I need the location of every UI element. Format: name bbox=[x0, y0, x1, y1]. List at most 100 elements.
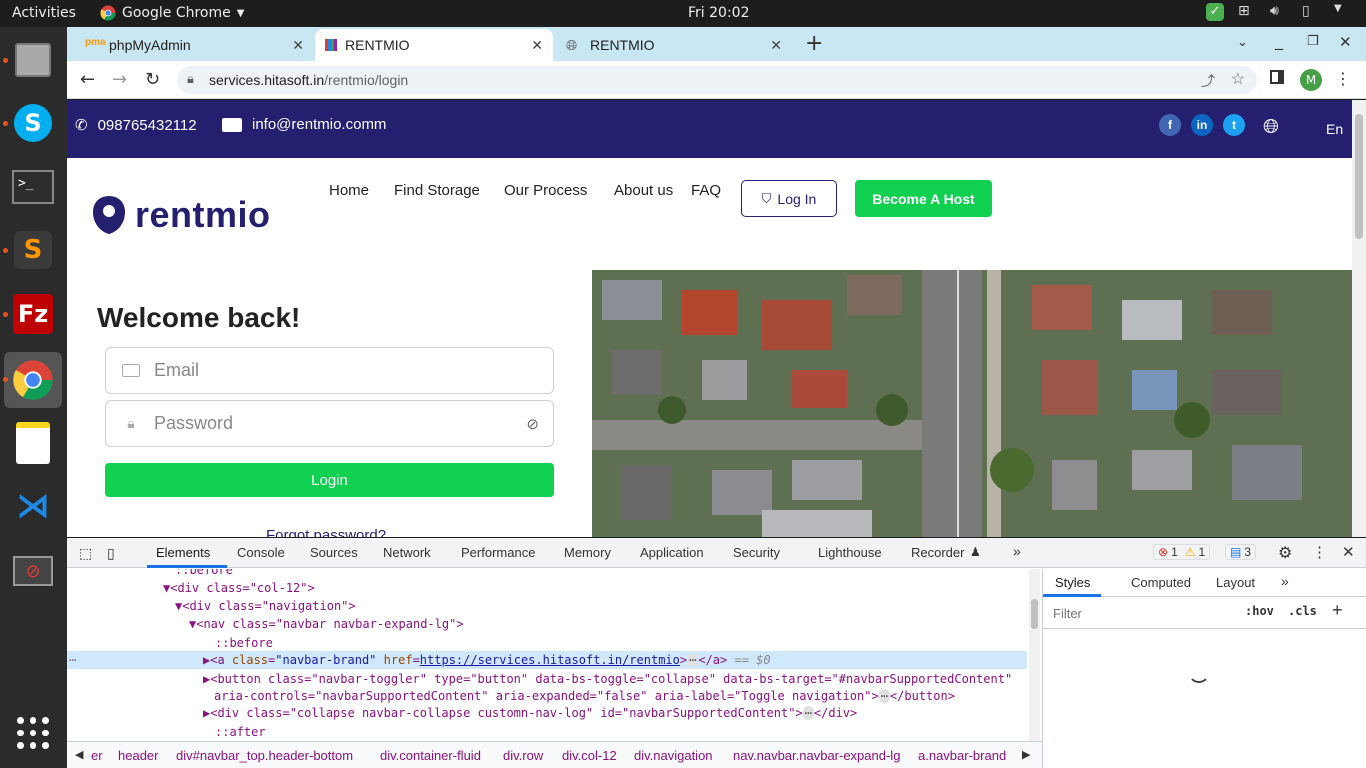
vscode-icon[interactable]: ⋊ bbox=[10, 483, 56, 529]
skype-icon[interactable]: S bbox=[10, 100, 56, 146]
email-field[interactable]: Email bbox=[105, 347, 554, 394]
minimize-button[interactable]: _ bbox=[1275, 31, 1283, 50]
password-field[interactable]: 🔒︎ Password ⊘ bbox=[105, 400, 554, 447]
breadcrumb-item[interactable]: er bbox=[91, 748, 103, 763]
forward-button[interactable]: → bbox=[112, 69, 127, 90]
email-contact[interactable]: info@rentmio.comm bbox=[222, 116, 386, 133]
phone-contact[interactable]: ✆ 098765432112 bbox=[75, 116, 197, 135]
globe-icon[interactable]: 🌐︎ bbox=[1263, 116, 1279, 139]
class-toggle[interactable]: .cls bbox=[1288, 604, 1317, 618]
devtools-tab-sources[interactable]: Sources bbox=[310, 545, 358, 560]
breadcrumb-item[interactable]: div.row bbox=[503, 748, 543, 763]
close-icon[interactable]: ✕ bbox=[531, 37, 543, 54]
close-icon[interactable]: ✕ bbox=[770, 37, 782, 54]
sublime-text-icon[interactable]: S bbox=[10, 227, 56, 273]
terminal-icon[interactable]: >_ bbox=[10, 164, 56, 210]
page-scrollbar[interactable] bbox=[1352, 100, 1366, 537]
styles-filter-input[interactable] bbox=[1049, 603, 1235, 623]
facebook-icon[interactable]: f bbox=[1159, 114, 1181, 136]
screen-recorder-icon[interactable]: ⊘ bbox=[10, 548, 56, 594]
devtools-tab-recorder[interactable]: Recorder bbox=[911, 545, 964, 560]
device-toolbar-icon[interactable]: ▯ bbox=[107, 545, 115, 562]
add-style-rule-icon[interactable]: + bbox=[1332, 600, 1343, 621]
styles-tab-layout[interactable]: Layout bbox=[1216, 575, 1255, 590]
linkedin-icon[interactable]: in bbox=[1191, 114, 1213, 136]
href-link[interactable]: https://services.hitasoft.in/rentmio bbox=[420, 653, 680, 667]
app-grid-icon[interactable] bbox=[10, 710, 56, 756]
nav-about-us[interactable]: About us bbox=[614, 182, 673, 199]
dom-node-navigation[interactable]: ▼<div class="navigation"> bbox=[175, 597, 356, 615]
gear-icon[interactable]: ⚙ bbox=[1278, 543, 1292, 563]
battery-icon[interactable]: ▯ bbox=[1302, 3, 1320, 21]
message-count-badge[interactable]: ▤ 3 bbox=[1225, 544, 1257, 560]
styles-tab-styles[interactable]: Styles bbox=[1055, 575, 1090, 590]
dom-node-col-12[interactable]: ▼<div class="col-12"> bbox=[163, 579, 315, 597]
scrollbar-thumb[interactable] bbox=[1355, 114, 1363, 239]
more-tabs-chevron-icon[interactable]: » bbox=[1013, 543, 1021, 559]
dom-node-navbar-toggler[interactable]: ▶<button class="navbar-toggler" type="bu… bbox=[203, 670, 1012, 688]
notes-icon[interactable] bbox=[10, 420, 56, 466]
share-icon[interactable]: ⤴ bbox=[1201, 71, 1215, 91]
bookmark-star-icon[interactable]: ☆ bbox=[1231, 69, 1245, 89]
activities-button[interactable]: Activities bbox=[12, 5, 76, 21]
dom-tree[interactable]: ::before ▼<div class="col-12"> ▼<div cla… bbox=[67, 569, 1027, 741]
menu-kebab-icon[interactable]: ⋮ bbox=[1335, 69, 1351, 88]
devtools-tab-elements[interactable]: Elements bbox=[156, 545, 210, 560]
ellipsis-icon[interactable]: ⋯ bbox=[802, 706, 814, 720]
close-window-button[interactable]: ✕ bbox=[1339, 33, 1352, 51]
devtools-tab-lighthouse[interactable]: Lighthouse bbox=[818, 545, 882, 560]
row-more-icon[interactable]: ⋯ bbox=[69, 651, 76, 669]
clock[interactable]: Fri 20:02 bbox=[688, 5, 749, 21]
dom-scrollbar[interactable] bbox=[1029, 569, 1040, 741]
side-panel-icon[interactable] bbox=[1270, 70, 1284, 84]
devtools-tab-application[interactable]: Application bbox=[640, 545, 704, 560]
close-icon[interactable]: ✕ bbox=[292, 37, 304, 54]
update-shield-icon[interactable]: ✓ bbox=[1206, 3, 1224, 21]
forgot-password-link[interactable]: Forgot password? bbox=[266, 527, 386, 537]
nav-find-storage[interactable]: Find Storage bbox=[394, 182, 480, 199]
login-button[interactable]: ⛉ Log In bbox=[741, 180, 837, 217]
ellipsis-icon[interactable]: ⋯ bbox=[687, 653, 699, 667]
chevron-down-icon[interactable]: ▼ bbox=[1334, 3, 1352, 21]
devtools-tab-console[interactable]: Console bbox=[237, 545, 285, 560]
more-tabs-chevron-icon[interactable]: » bbox=[1281, 573, 1289, 589]
tab-rentmio-active[interactable]: RENTMIO ✕ bbox=[315, 29, 553, 61]
chrome-icon[interactable] bbox=[4, 352, 62, 408]
breadcrumb-item[interactable]: div.col-12 bbox=[562, 748, 617, 763]
brand-logo[interactable]: rentmio bbox=[91, 194, 271, 236]
nav-our-process[interactable]: Our Process bbox=[504, 182, 587, 199]
new-tab-button[interactable]: + bbox=[805, 31, 823, 56]
login-submit-button[interactable]: Login bbox=[105, 463, 554, 497]
dom-pseudo-before[interactable]: ::before bbox=[215, 634, 273, 652]
eye-slash-icon[interactable]: ⊘ bbox=[526, 415, 539, 433]
maximize-button[interactable]: ❐ bbox=[1307, 34, 1319, 49]
become-host-button[interactable]: Become A Host bbox=[855, 180, 992, 217]
inspect-element-icon[interactable]: ⬚ bbox=[79, 545, 92, 562]
filezilla-icon[interactable]: Fz bbox=[10, 291, 56, 337]
address-bar[interactable]: 🔒︎ services.hitasoft.in/rentmio/login ⤴ … bbox=[177, 66, 1257, 94]
reload-button[interactable]: ↻ bbox=[145, 69, 160, 90]
scrollbar-thumb[interactable] bbox=[1031, 599, 1038, 629]
breadcrumb-item[interactable]: div.navigation bbox=[634, 748, 713, 763]
dom-node-navbar-collapse[interactable]: ▶<div class="collapse navbar-collapse cu… bbox=[203, 704, 857, 722]
dom-node-navbar-brand[interactable]: ▶<a class="navbar-brand" href=https://se… bbox=[203, 651, 771, 669]
ellipsis-icon[interactable]: ⋯ bbox=[878, 689, 890, 703]
breadcrumb-item-active[interactable]: a.navbar-brand bbox=[918, 748, 1006, 763]
volume-icon[interactable]: 🔊︎ bbox=[1270, 3, 1288, 21]
nav-faq[interactable]: FAQ bbox=[691, 182, 721, 199]
breadcrumb-item[interactable]: header bbox=[118, 748, 158, 763]
breadcrumb-item[interactable]: nav.navbar.navbar-expand-lg bbox=[733, 748, 900, 763]
dom-node-nav[interactable]: ▼<nav class="navbar navbar-expand-lg"> bbox=[189, 615, 464, 633]
devtools-tab-network[interactable]: Network bbox=[383, 545, 431, 560]
system-tray[interactable]: ✓ ⊞ 🔊︎ ▯ ▼ bbox=[1206, 3, 1352, 21]
styles-tab-computed[interactable]: Computed bbox=[1131, 575, 1191, 590]
breadcrumb-scroll-right-icon[interactable]: ▶ bbox=[1022, 748, 1030, 761]
tab-search-chevron-icon[interactable]: ⌄ bbox=[1237, 35, 1248, 50]
dom-pseudo-after[interactable]: ::after bbox=[215, 723, 266, 741]
tab-rentmio[interactable]: 🌐︎ RENTMIO ✕ bbox=[554, 29, 792, 61]
error-count-badge[interactable]: ⊗ 1 ⚠ 1 bbox=[1153, 544, 1211, 560]
close-devtools-icon[interactable]: ✕ bbox=[1342, 543, 1355, 561]
twitter-icon[interactable]: t bbox=[1223, 114, 1245, 136]
nav-home[interactable]: Home bbox=[329, 182, 369, 199]
language-selector[interactable]: En bbox=[1326, 121, 1343, 137]
